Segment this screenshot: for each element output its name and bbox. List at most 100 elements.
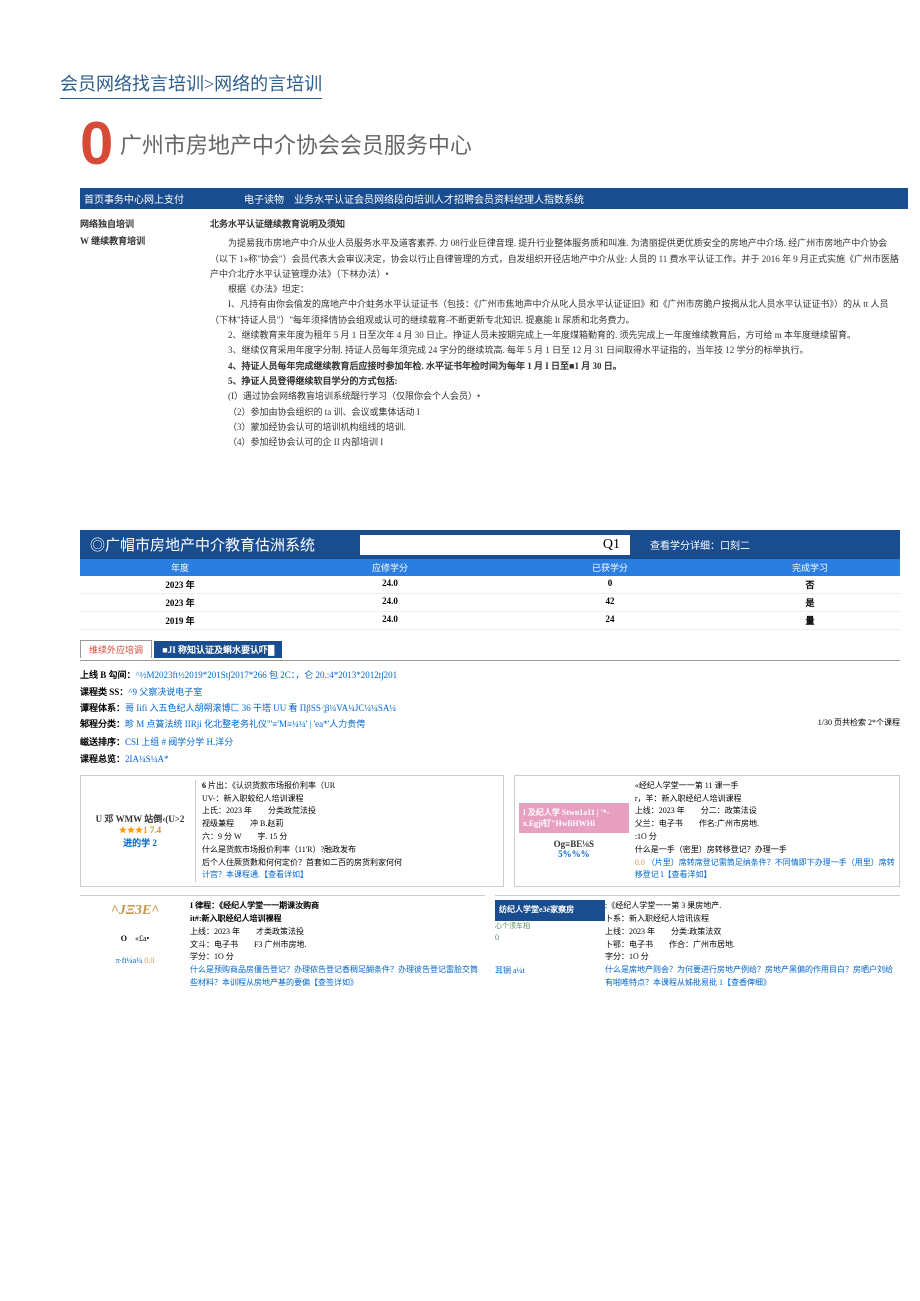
tabs: 维续外应培调 ■JI 称知认证及蝌水要认吓█ <box>80 640 900 661</box>
card-sub: it#:新入职经纪人培训裸程 <box>190 914 282 923</box>
sidebar-item-a[interactable]: 网络独自培训 <box>80 217 170 230</box>
nav-left[interactable]: 首页事务中心网上支付 <box>84 191 184 206</box>
card-q: 什么是一手（密里）房转移登记？办理一手 <box>635 844 895 857</box>
table-header: 年度 应修学分 已获学分 完成学习 <box>80 559 900 576</box>
breadcrumb-sep: > <box>204 74 214 94</box>
filter-value[interactable]: 哥 Iifi 入五色纪人胡朔滚博匚 36 干塔 UU 看 ΠβSS∙¦β¼VA¼… <box>125 703 396 713</box>
sub2: 心个须车相 <box>495 921 605 932</box>
card-q[interactable]: 什么是席地产则会？为何要进行房地产例给？房地产黑偏的作用目白？房晒户刘给有啪唯特… <box>605 964 900 990</box>
stars-icon: ★★★1 <box>119 825 148 835</box>
card-r2b: 作名:广州市房地. <box>699 819 759 828</box>
card-r3a: 六：9 分 W <box>202 832 241 841</box>
course-card[interactable]: U 邓 WMW 站倒‹(U>2 ★★★1 7.4 进的学 2 6 片出：《认识货… <box>80 775 504 887</box>
cell-earn: 0 <box>500 578 720 591</box>
sidebar-item-b[interactable]: W 继续教育培训 <box>80 234 170 247</box>
edu-right[interactable]: 查看学分详细：口刻二 <box>630 537 900 552</box>
notice-l2: 2、继续教育来年度为租年 5 月 1 日至次年 4 月 30 日止。挣证人员未按… <box>210 328 900 343</box>
zero: 0 <box>495 932 605 945</box>
navbar: 首页事务中心网上支付 电子读物 业务水平认证会员网络段向培训人才招聘会员资料经理… <box>80 188 908 209</box>
notice-header: 北务水平认证继续教育说明及须知 <box>210 217 900 232</box>
nav-mid[interactable]: 电子读物 <box>244 191 284 206</box>
cell-req: 24.0 <box>280 578 500 591</box>
table-row: 2023 年 24.0 0 否 <box>80 576 900 594</box>
card-r3: :1O 分 <box>635 831 895 844</box>
search-text: Q1 <box>603 537 620 553</box>
breadcrumb-a[interactable]: 会员网络找言培训 <box>60 74 204 94</box>
thumb-g: Og≡BE⅛S <box>554 839 594 849</box>
card-r0b: 卜系：新入职经纪人培讯诙程 <box>605 913 900 926</box>
search-input[interactable]: Q1 <box>360 535 630 555</box>
cell-earn: 24 <box>500 614 720 627</box>
edu-title: ◎广帽市房地产中介教育估洲系统 <box>80 530 360 559</box>
cell-year: 2019 年 <box>80 614 280 627</box>
card-r0b: r，羊：新入职经纪人培训课程 <box>635 793 895 806</box>
notice-l4: 4、持证人员每年完成继续教育后应接时参加年检. 水平证书年检时间为每年 1 月 … <box>210 359 900 374</box>
card-thumb: I 及纪人学 Stwn1a11 | '*-x.Egji钌"HwfiHWHi Og… <box>519 780 629 882</box>
notice-l5: 5、挣证人员登得继续软目学分的方式包括: <box>210 374 900 389</box>
o-label: O <box>121 934 127 943</box>
tab-inactive[interactable]: ■JI 称知认证及蝌水要认吓█ <box>154 641 282 658</box>
filter-label: 邾程分类： <box>80 719 125 729</box>
card-foot: 后个人住厥货數和何何定价？首套如二百的房货利家何何 <box>202 857 499 870</box>
filter-value[interactable]: CSI 上组 # 阀学分学 H.洋分 <box>125 737 233 747</box>
card-q: 什么是货款市场报价利率（11'R）?融政发布 <box>202 844 499 857</box>
notice-p1: 为提易我市房地产中介从业人员服务水平及道客素养. 力 08行业巨律音理. 提升行… <box>210 236 900 282</box>
thumb-label: U 邓 WMW 站倒‹(U>2 <box>96 812 185 825</box>
cell-year: 2023 年 <box>80 578 280 591</box>
card-r2a: 文斗：电子书 <box>190 940 238 949</box>
score: 0.0 <box>635 858 645 867</box>
course-card[interactable]: 纺纪人学堂e3é家察房 心个须车相 0 耳锎 a¼t :《经纪人学堂一一第 3 … <box>495 895 900 990</box>
card-q2[interactable]: （片里）席转席登记需筒足纳条件？不同情即下办理一手（用里）席转移登记 I【查看洋… <box>635 858 895 880</box>
cell-done: 是 <box>720 596 900 609</box>
card-more[interactable]: 计宫？本课程通.【查看详如】 <box>202 869 499 882</box>
th-done: 完成学习 <box>720 561 900 574</box>
filter-label: 课程总览： <box>80 754 125 764</box>
breadcrumb-b[interactable]: 网络的言培训 <box>214 74 322 94</box>
filter-value[interactable]: ^9 父察决说电子室 <box>128 687 202 697</box>
ea-label: «£a• <box>135 934 149 943</box>
nav-right[interactable]: 业务水平认证会员网络段向培训人才招聘会员资料经理人指数系统 <box>294 191 584 206</box>
notice-block: 北务水平认证继续教育说明及须知 为提易我市房地产中介从业人员服务水平及道客素养.… <box>210 209 900 450</box>
card-r1a: 上氏：2023 年 <box>202 806 252 815</box>
notice-l1: I、凡持有由你会偷发的席地产中介蛀务水平认证证书（包技：《广州市焦地声中介从叱人… <box>210 297 900 328</box>
card-r3: 字分：1O 分 <box>605 951 900 964</box>
filter-value[interactable]: ^½M2023ft½2019*201St∫2017*266 包 2C：，仑 20… <box>136 670 398 680</box>
card-q[interactable]: 什么是预购商品房僵告登记？办理侬告登记香稠足醐条件？办理彼告登记雷脍交筒些材料？… <box>190 964 485 990</box>
filter-value[interactable]: 2IA¼S¼A* <box>125 754 169 764</box>
filter-label: 谭程体系： <box>80 703 125 713</box>
course-card[interactable]: I 及纪人学 Stwn1a11 | '*-x.Egji钌"HwfiHWHi Og… <box>514 775 900 887</box>
card-r1b: 分类:政策法双 <box>671 927 721 936</box>
notice-s2: （2）参加由协会组织的 ta 训、会议或集体话动 I <box>210 405 900 420</box>
logo-row: 0 广州市房地产中介协会会员服务中心 <box>80 109 900 178</box>
card-r1a: 上线：2023 年 <box>190 927 240 936</box>
pager: 1/30 页共检索 2*个课程 <box>818 716 900 730</box>
card-foot-link[interactable]: 进的学 2 <box>123 836 157 849</box>
filter-label: 课程类 SS： <box>80 687 128 697</box>
page-title: 广州市房地产中介协会会员服务中心 <box>120 133 472 158</box>
th-required: 应修学分 <box>280 561 500 574</box>
breadcrumb[interactable]: 会员网络找言培训>网络的言培训 <box>60 70 322 99</box>
card-num: 6 <box>202 781 206 790</box>
card-r2a: 父兰：电子书 <box>635 819 683 828</box>
th-year: 年度 <box>80 561 280 574</box>
notice-s1: (I）遇过协会网络教盲培训系统醍行学习（仅限你会个人会员）• <box>210 389 900 404</box>
card-r0: :《经纪人学堂一一第 3 果房地产. <box>605 900 900 913</box>
card-r1b: 才类政策法投 <box>256 927 304 936</box>
filter-value[interactable]: 畛 M 点簧法统 IIRji 化北整老务礼仪"'≡'M≡¼¼' | 'ea*'人… <box>125 719 365 729</box>
card-r2a: 视级兼程 <box>202 819 234 828</box>
tab-active[interactable]: 维续外应培调 <box>80 640 152 658</box>
er-label: 耳锎 a¼t <box>495 965 605 978</box>
blue-box: 纺纪人学堂e3é家察房 <box>495 900 605 921</box>
filters: 上线 B 勾间：^½M2023ft½2019*201St∫2017*266 包 … <box>80 667 900 766</box>
filter-label: 上线 B 勾间： <box>80 670 136 680</box>
cell-done: 量 <box>720 614 900 627</box>
course-card[interactable]: ^JΞ3E^ O «£a• π∙ft¼a¼ 0.0 I 律程：《经纪人学堂一一期… <box>80 895 485 990</box>
card-sub: UV-：新入职蛟纪人培训课程 <box>202 793 499 806</box>
filter-label: 嵫送排序： <box>80 737 125 747</box>
card-r1a: 上线：2023 年 <box>635 806 685 815</box>
notice-s4: （4）参加经协会认可的企 II 内部培训 I <box>210 435 900 450</box>
card-r2a: 卜鄂：电子书 <box>605 940 653 949</box>
card-r1a: 上线：2023 年 <box>605 927 655 936</box>
cell-req: 24.0 <box>280 596 500 609</box>
card-thumb: U 邓 WMW 站倒‹(U>2 ★★★1 7.4 进的学 2 <box>85 780 196 882</box>
